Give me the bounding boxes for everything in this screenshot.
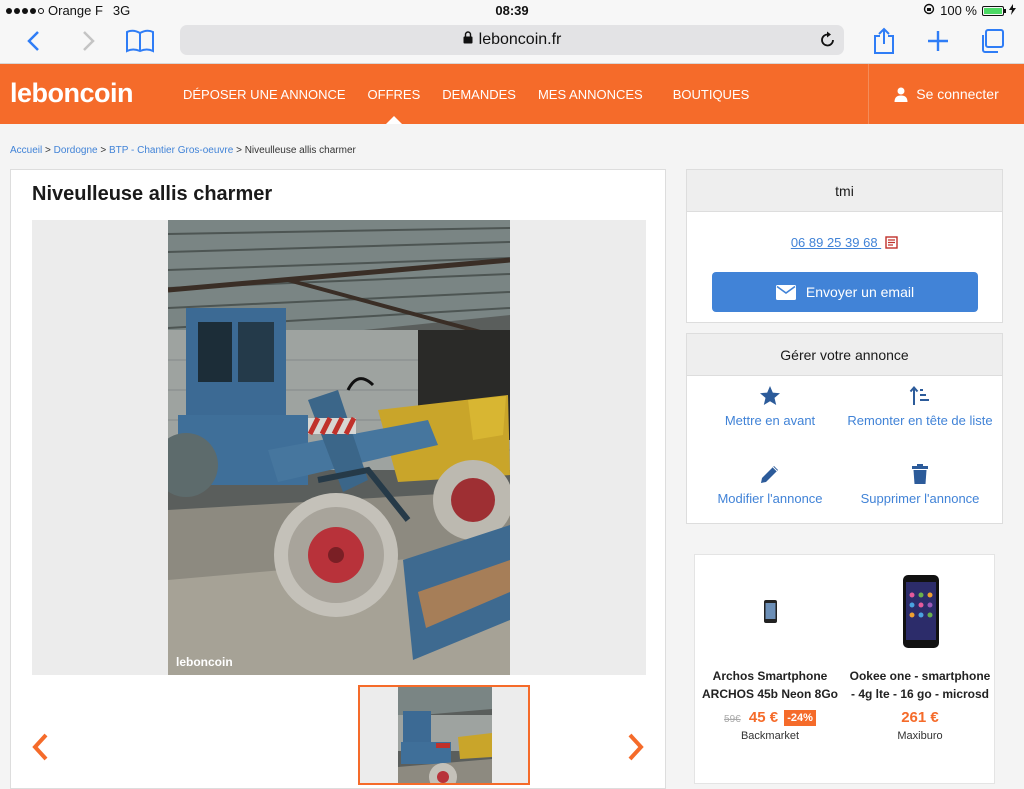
- contact-card: tmi 06 89 25 39 68 Envoyer un email: [686, 169, 1003, 323]
- product-card[interactable]: Archos Smartphone ARCHOS 45b Neon 8Go 59…: [695, 555, 845, 742]
- phone-number-link[interactable]: 06 89 25 39 68: [687, 235, 1002, 252]
- breadcrumb-separator: >: [236, 145, 242, 156]
- login-button[interactable]: Se connecter: [868, 64, 1024, 124]
- photo-thumbnail[interactable]: [358, 685, 530, 785]
- nav-item-mes-annonces[interactable]: MES ANNONCES: [527, 64, 654, 124]
- nav-item-offres[interactable]: OFFRES: [357, 64, 432, 124]
- breadcrumb-category[interactable]: BTP - Chantier Gros-oeuvre: [109, 145, 233, 156]
- edit-ad-label: Modifier l'annonce: [717, 491, 823, 506]
- site-header: leboncoin DÉPOSER UNE ANNONCE OFFRES DEM…: [0, 64, 1024, 124]
- breadcrumb: Accueil > Dordogne > BTP - Chantier Gros…: [10, 145, 356, 156]
- previous-photo-button[interactable]: [31, 732, 51, 767]
- phone-number: 06 89 25 39 68: [790, 235, 878, 250]
- chevron-left-icon: [27, 31, 39, 51]
- product-price: 45 €: [748, 709, 779, 726]
- sort-up-icon: [909, 385, 929, 405]
- delete-ad-button[interactable]: Supprimer l'annonce: [845, 463, 995, 508]
- nav-item-deposer[interactable]: DÉPOSER UNE ANNONCE: [172, 64, 357, 124]
- product-shop: Backmarket: [740, 730, 800, 743]
- browser-toolbar: leboncoin.fr: [0, 22, 1024, 64]
- seller-name: tmi: [687, 170, 1002, 212]
- photo-watermark: leboncoin: [176, 655, 233, 669]
- chevron-right-icon: [628, 733, 644, 761]
- envelope-icon: [775, 284, 796, 300]
- delete-ad-label: Supprimer l'annonce: [860, 491, 980, 506]
- product-card[interactable]: Ookee one - smartphone - 4g lte - 16 go …: [845, 555, 995, 742]
- site-logo[interactable]: leboncoin: [10, 78, 134, 109]
- book-icon: [126, 29, 154, 53]
- product-price-row: 59€ 45 € -24%: [695, 709, 845, 727]
- nav-item-demandes[interactable]: DEMANDES: [431, 64, 527, 124]
- feature-ad-button[interactable]: Mettre en avant: [695, 385, 845, 430]
- breadcrumb-current: Niveulleuse allis charmer: [244, 145, 356, 156]
- user-icon: [894, 87, 908, 102]
- url-text: leboncoin.fr: [478, 31, 562, 48]
- bump-ad-label: Remonter en tête de liste: [847, 413, 993, 428]
- report-icon[interactable]: [885, 235, 898, 252]
- chevron-right-icon: [83, 31, 95, 51]
- chevron-left-icon: [32, 733, 48, 761]
- product-price-row: 261 €: [845, 709, 995, 726]
- product-image: [695, 555, 845, 667]
- new-tab-button[interactable]: [920, 26, 956, 56]
- smartphone-icon: [764, 600, 777, 623]
- orientation-lock-icon: [923, 3, 935, 18]
- breadcrumb-region[interactable]: Dordogne: [54, 145, 98, 156]
- product-name-line1: Archos Smartphone: [712, 669, 828, 683]
- sponsored-products: Archos Smartphone ARCHOS 45b Neon 8Go 59…: [694, 554, 995, 784]
- product-name-line1: Ookee one - smartphone: [849, 669, 991, 683]
- battery-icon: [982, 5, 1006, 16]
- status-time: 08:39: [495, 3, 529, 18]
- forward-button[interactable]: [70, 26, 106, 56]
- plus-icon: [928, 31, 948, 51]
- breadcrumb-separator: >: [45, 145, 51, 156]
- breadcrumb-separator: >: [100, 145, 107, 156]
- trash-icon: [912, 464, 928, 484]
- send-email-label: Envoyer un email: [805, 284, 915, 300]
- product-shop: Maxiburo: [897, 730, 943, 742]
- lock-icon: [463, 31, 473, 49]
- thumbnail-image: [398, 687, 492, 783]
- star-icon: [760, 386, 780, 405]
- nav-item-boutiques[interactable]: BOUTIQUES: [662, 64, 761, 124]
- product-image: [845, 555, 995, 667]
- old-price: 59€: [724, 714, 741, 725]
- share-button[interactable]: [866, 26, 902, 56]
- breadcrumb-home[interactable]: Accueil: [10, 145, 42, 156]
- ad-photo[interactable]: leboncoin: [168, 220, 510, 675]
- status-bar: Orange F 3G 08:39 100 %: [0, 0, 1024, 22]
- product-name-line2: ARCHOS 45b Neon 8Go: [701, 687, 839, 701]
- status-right: 100 %: [923, 3, 1016, 18]
- tabs-icon: [982, 29, 1004, 53]
- bookmarks-button[interactable]: [122, 26, 158, 56]
- feature-ad-label: Mettre en avant: [724, 413, 816, 428]
- discount-badge: -24%: [784, 710, 816, 727]
- photo-gallery: leboncoin: [32, 220, 646, 675]
- charging-icon: [1009, 3, 1016, 18]
- smartphone-icon: [903, 575, 939, 648]
- next-photo-button[interactable]: [625, 732, 645, 767]
- bump-ad-button[interactable]: Remonter en tête de liste: [845, 385, 995, 430]
- manage-ad-card: Gérer votre annonce Mettre en avant Remo…: [686, 333, 1003, 524]
- ad-card: Niveulleuse allis charmer leboncoin: [10, 169, 666, 789]
- ad-title: Niveulleuse allis charmer: [32, 183, 273, 205]
- battery-percent: 100 %: [940, 3, 977, 18]
- back-button[interactable]: [16, 26, 52, 56]
- product-price: 261 €: [901, 709, 939, 726]
- main-nav: DÉPOSER UNE ANNONCE OFFRES DEMANDES MES …: [172, 64, 760, 124]
- pencil-icon: [761, 466, 778, 483]
- address-bar[interactable]: leboncoin.fr: [180, 25, 844, 55]
- tabs-button[interactable]: [974, 26, 1010, 56]
- reload-icon[interactable]: [820, 31, 836, 53]
- manage-title: Gérer votre annonce: [687, 334, 1002, 376]
- send-email-button[interactable]: Envoyer un email: [712, 272, 978, 312]
- product-name-line2: - 4g lte - 16 go - microsd: [850, 687, 990, 701]
- share-icon: [874, 27, 894, 54]
- login-label: Se connecter: [916, 86, 999, 102]
- edit-ad-button[interactable]: Modifier l'annonce: [695, 463, 845, 508]
